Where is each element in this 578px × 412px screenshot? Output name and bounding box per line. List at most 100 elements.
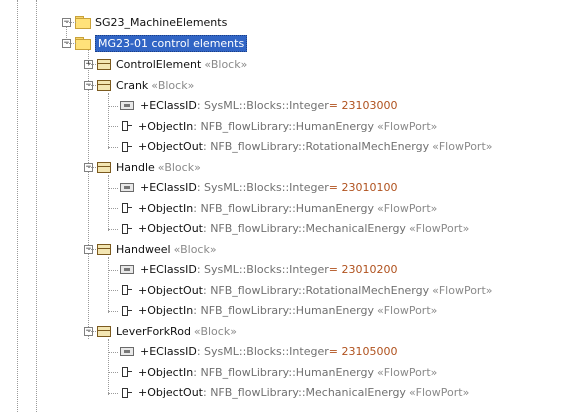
- flow-port-icon: [120, 141, 132, 153]
- flow-port-row[interactable]: +ObjectIn : NFB_flowLibrary::HumanEnergy…: [120, 116, 437, 136]
- member-type: : SysML::Blocks::Integer: [196, 181, 329, 194]
- folder-icon: [75, 37, 91, 50]
- block-h-connector: [88, 331, 96, 332]
- member-name: +EClassID: [140, 99, 197, 112]
- flow-port-row[interactable]: +ObjectIn : NFB_flowLibrary::HumanEnergy…: [120, 198, 437, 218]
- flow-port-icon: [120, 387, 132, 399]
- controlelement-h-connector: [88, 64, 96, 65]
- member-stereotype: «FlowPort»: [432, 283, 493, 297]
- member-type: : NFB_flowLibrary::MechanicalEnergy: [203, 222, 406, 235]
- block-name: Handle: [116, 160, 155, 174]
- attribute-row[interactable]: +EClassID : SysML::Blocks::Integer = 230…: [120, 260, 397, 280]
- member-name: +ObjectIn: [138, 119, 194, 133]
- node-label: SG23_MachineElements: [95, 15, 228, 29]
- flow-port-row[interactable]: +ObjectOut : NFB_flowLibrary::Rotational…: [120, 280, 493, 300]
- block-stereotype: «Block»: [151, 78, 195, 92]
- flow-port-row[interactable]: +ObjectIn : NFB_flowLibrary::HumanEnergy…: [120, 301, 437, 321]
- flow-port-icon: [120, 120, 132, 132]
- member-value: = 23103000: [328, 99, 398, 112]
- member-connector: [108, 351, 118, 353]
- block-icon: [97, 79, 111, 91]
- member-connector: [108, 208, 118, 209]
- package-connector: [88, 49, 89, 339]
- member-type: : NFB_flowLibrary::RotationalMechEnergy: [203, 283, 430, 297]
- handle-connector: [108, 175, 109, 231]
- block-name: LeverForkRod: [116, 324, 191, 338]
- tree-node-package[interactable]: MG23-01 control elements: [75, 33, 248, 53]
- folder-icon: [75, 16, 91, 29]
- attribute-icon: [120, 265, 134, 274]
- block-icon: [97, 58, 111, 70]
- block-name: ControlElement: [116, 57, 202, 71]
- tree-node-crank[interactable]: Crank «Block»: [97, 75, 194, 95]
- flow-port-row[interactable]: +ObjectIn : NFB_flowLibrary::HumanEnergy…: [120, 362, 437, 382]
- member-type: : NFB_flowLibrary::MechanicalEnergy: [203, 386, 406, 399]
- leverforkrod-connector: [108, 339, 109, 395]
- member-connector: [108, 105, 118, 107]
- node-label-selected: MG23-01 control elements: [95, 34, 248, 52]
- block-h-connector: [88, 167, 96, 168]
- member-value: = 23105000: [328, 345, 398, 358]
- member-stereotype: «FlowPort»: [376, 201, 438, 215]
- member-type: : NFB_flowLibrary::HumanEnergy: [193, 201, 374, 215]
- block-icon: [97, 243, 111, 255]
- block-stereotype: «Block»: [204, 57, 248, 71]
- flow-port-icon: [120, 366, 132, 378]
- member-stereotype: «FlowPort»: [376, 365, 438, 379]
- flow-port-row[interactable]: +ObjectOut : NFB_flowLibrary::Mechanical…: [120, 383, 469, 403]
- block-h-connector: [88, 85, 96, 86]
- tree-node-handle[interactable]: Handle «Block»: [97, 157, 201, 177]
- member-name: +ObjectOut: [138, 283, 203, 297]
- member-name: +ObjectIn: [138, 365, 194, 379]
- member-stereotype: «FlowPort»: [408, 222, 470, 235]
- member-name: +ObjectOut: [138, 140, 203, 153]
- member-name: +EClassID: [140, 345, 197, 358]
- crank-connector: [108, 93, 109, 149]
- attribute-icon: [120, 101, 134, 110]
- flow-port-icon: [120, 284, 132, 296]
- attribute-row[interactable]: +EClassID : SysML::Blocks::Integer = 231…: [120, 96, 397, 116]
- attribute-row[interactable]: +EClassID : SysML::Blocks::Integer = 231…: [120, 342, 397, 362]
- tree-node-controlelement[interactable]: ControlElement «Block»: [97, 54, 247, 74]
- flow-port-icon: [120, 305, 132, 317]
- attribute-icon: [120, 183, 134, 192]
- attribute-icon: [120, 347, 134, 356]
- member-stereotype: «FlowPort»: [408, 386, 470, 399]
- member-value: = 23010200: [328, 263, 398, 276]
- member-type: : SysML::Blocks::Integer: [196, 345, 329, 358]
- member-connector: [108, 187, 118, 189]
- root-h-connector: [66, 22, 76, 23]
- block-name: Handweel: [116, 242, 171, 256]
- member-name: +ObjectIn: [138, 304, 194, 317]
- member-connector: [108, 310, 118, 312]
- member-type: : SysML::Blocks::Integer: [196, 263, 329, 276]
- block-stereotype: «Block»: [193, 324, 237, 338]
- member-stereotype: «FlowPort»: [432, 140, 493, 153]
- member-type: : NFB_flowLibrary::HumanEnergy: [193, 119, 374, 133]
- tree-guide-left: [17, 0, 18, 412]
- member-name: +EClassID: [140, 263, 197, 276]
- member-name: +ObjectIn: [138, 201, 194, 215]
- tree-node-leverforkrod[interactable]: LeverForkRod «Block»: [97, 321, 237, 341]
- member-type: : NFB_flowLibrary::HumanEnergy: [193, 304, 374, 317]
- member-name: +ObjectOut: [138, 222, 203, 235]
- member-type: : NFB_flowLibrary::RotationalMechEnergy: [203, 140, 430, 153]
- member-name: +EClassID: [140, 181, 197, 194]
- member-stereotype: «FlowPort»: [376, 119, 438, 133]
- member-stereotype: «FlowPort»: [376, 304, 438, 317]
- handweel-connector: [108, 257, 109, 313]
- member-connector: [108, 290, 118, 291]
- flow-port-row[interactable]: +ObjectOut : NFB_flowLibrary::Mechanical…: [120, 219, 469, 239]
- flow-port-icon: [120, 202, 132, 214]
- block-stereotype: «Block»: [157, 160, 201, 174]
- tree-node-root[interactable]: SG23_MachineElements: [75, 12, 227, 32]
- tree-node-handweel[interactable]: Handweel «Block»: [97, 239, 217, 259]
- block-h-connector: [88, 249, 96, 250]
- member-type: : NFB_flowLibrary::HumanEnergy: [193, 365, 374, 379]
- tree-guide-left-2: [36, 0, 37, 412]
- attribute-row[interactable]: +EClassID : SysML::Blocks::Integer = 230…: [120, 178, 397, 198]
- block-stereotype: «Block»: [173, 242, 217, 256]
- flow-port-row[interactable]: +ObjectOut : NFB_flowLibrary::Rotational…: [120, 137, 493, 157]
- block-icon: [97, 325, 111, 337]
- member-connector: [108, 126, 118, 127]
